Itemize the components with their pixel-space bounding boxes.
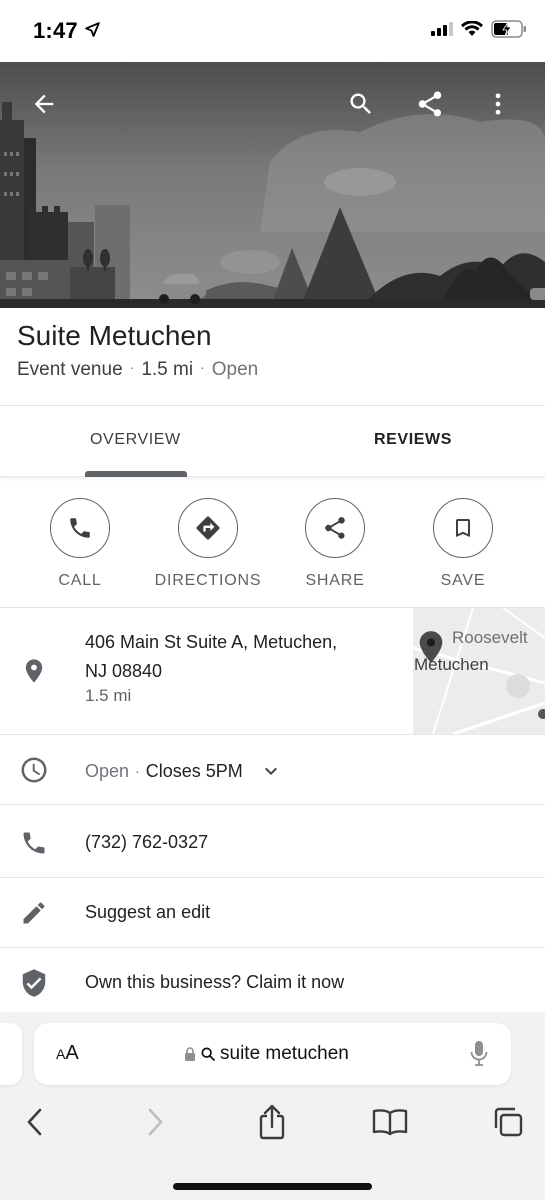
url-display[interactable]: suite metuchen bbox=[184, 1043, 349, 1065]
lock-icon bbox=[185, 1046, 195, 1061]
map-label-roosevelt: Roosevelt bbox=[452, 628, 528, 647]
map-label-metuchen: Metuchen bbox=[414, 655, 489, 674]
share-button[interactable]: SHARE bbox=[270, 498, 400, 590]
place-distance: 1.5 mi bbox=[141, 359, 194, 380]
tab-bar: OVERVIEW REVIEWS bbox=[0, 407, 545, 477]
separator: · bbox=[200, 359, 205, 375]
verified-shield-icon bbox=[18, 967, 50, 999]
back-arrow-icon[interactable] bbox=[24, 84, 64, 124]
bookmarks-icon[interactable] bbox=[368, 1100, 412, 1144]
phone-icon bbox=[18, 827, 50, 859]
action-buttons: CALL DIRECTIONS SHARE SAVE bbox=[0, 478, 545, 608]
share-icon[interactable] bbox=[250, 1100, 294, 1144]
status-time: 1:47 bbox=[33, 18, 78, 43]
search-icon bbox=[201, 1047, 215, 1061]
place-subtitle: Event venue · 1.5 mi · Open bbox=[17, 359, 258, 381]
claim-business-label: Own this business? Claim it now bbox=[85, 972, 345, 992]
place-open-status: Open bbox=[211, 359, 259, 380]
phone-number: (732) 762-0327 bbox=[85, 832, 209, 852]
previous-tab-stub[interactable] bbox=[0, 1023, 22, 1085]
separator: · bbox=[135, 763, 140, 779]
tabs-icon[interactable] bbox=[486, 1100, 530, 1144]
suggest-edit-label: Suggest an edit bbox=[85, 902, 211, 922]
suggest-edit-row[interactable]: Suggest an edit bbox=[0, 878, 545, 948]
browser-toolbar bbox=[0, 1100, 545, 1144]
place-header: Suite Metuchen Event venue · 1.5 mi · Open bbox=[0, 308, 545, 406]
address-line-2: NJ 08840 bbox=[85, 661, 163, 681]
share-icon bbox=[305, 498, 365, 558]
address-line-1: 406 Main St Suite A, Metuchen, bbox=[85, 632, 338, 652]
bookmark-icon bbox=[433, 498, 493, 558]
microphone-icon[interactable] bbox=[469, 1040, 489, 1073]
url-text: suite metuchen bbox=[220, 1043, 349, 1064]
claim-business-row[interactable]: Own this business? Claim it now bbox=[0, 948, 545, 1012]
hours-closes: Closes 5PM bbox=[145, 760, 243, 781]
status-bar: 1:47 bbox=[0, 0, 545, 62]
hours-text: Open · Closes 5PM bbox=[85, 759, 283, 783]
map-thumbnail[interactable]: Roosevelt Metuchen bbox=[413, 608, 545, 734]
save-button[interactable]: SAVE bbox=[398, 498, 528, 590]
status-icons bbox=[431, 20, 527, 38]
pencil-icon bbox=[18, 897, 50, 929]
hero-illustration bbox=[0, 62, 545, 308]
hours-row[interactable]: Open · Closes 5PM bbox=[0, 735, 545, 805]
tab-reviews[interactable]: REVIEWS bbox=[374, 431, 452, 449]
call-button[interactable]: CALL bbox=[15, 498, 145, 590]
phone-row[interactable]: (732) 762-0327 bbox=[0, 805, 545, 878]
address-bar[interactable]: AA suite metuchen bbox=[34, 1023, 511, 1085]
tab-selected-indicator bbox=[85, 471, 187, 477]
directions-label: DIRECTIONS bbox=[154, 572, 262, 589]
save-label: SAVE bbox=[440, 572, 486, 589]
location-pin-icon bbox=[18, 655, 50, 687]
separator: · bbox=[129, 359, 135, 375]
more-vert-icon[interactable] bbox=[478, 84, 518, 124]
forward-icon[interactable] bbox=[133, 1100, 177, 1144]
address-row[interactable]: 406 Main St Suite A, Metuchen, NJ 08840 … bbox=[0, 608, 545, 735]
city-skyline-illustration bbox=[0, 102, 545, 308]
cellular-signal-icon bbox=[431, 22, 453, 36]
chevron-down-icon[interactable] bbox=[259, 759, 283, 783]
place-category: Event venue bbox=[17, 359, 123, 380]
battery-charging-icon bbox=[491, 20, 526, 38]
clock-icon bbox=[18, 754, 50, 786]
address-text: 406 Main St Suite A, Metuchen, NJ 08840 … bbox=[85, 628, 337, 706]
hours-open-status: Open bbox=[85, 760, 130, 781]
share-icon[interactable] bbox=[410, 84, 450, 124]
browser-bottom-bar: AA suite metuchen bbox=[0, 1012, 545, 1200]
wifi-icon bbox=[461, 21, 483, 36]
place-title: Suite Metuchen bbox=[17, 320, 212, 351]
reader-options-button[interactable]: AA bbox=[56, 1042, 79, 1065]
location-arrow-icon bbox=[84, 21, 101, 43]
directions-icon bbox=[178, 498, 238, 558]
tab-overview[interactable]: OVERVIEW bbox=[90, 431, 181, 449]
phone-icon bbox=[50, 498, 110, 558]
call-label: CALL bbox=[58, 572, 102, 589]
home-indicator bbox=[173, 1183, 372, 1190]
back-icon[interactable] bbox=[13, 1100, 57, 1144]
search-icon[interactable] bbox=[341, 84, 381, 124]
share-label: SHARE bbox=[305, 572, 365, 589]
directions-button[interactable]: DIRECTIONS bbox=[143, 498, 273, 590]
address-distance: 1.5 mi bbox=[85, 686, 132, 705]
